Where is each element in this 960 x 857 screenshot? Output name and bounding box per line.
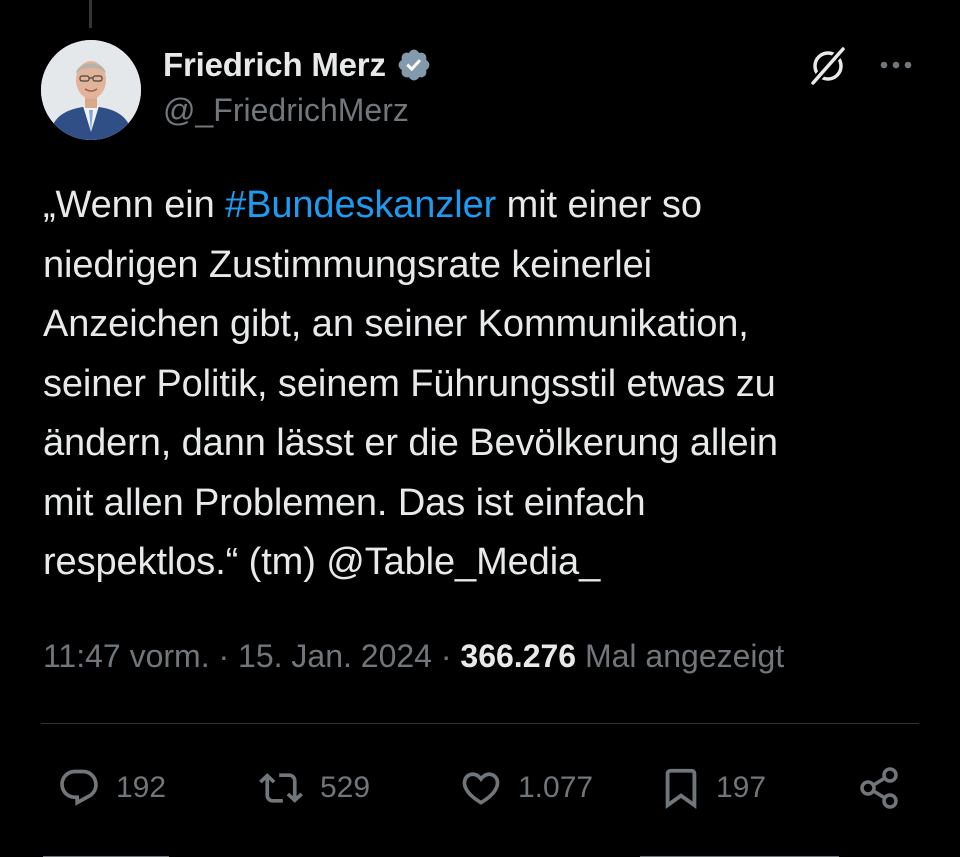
more-icon[interactable] xyxy=(876,50,916,80)
repost-icon xyxy=(259,773,303,803)
share-button[interactable] xyxy=(856,762,904,814)
tweet-date[interactable]: 15. Jan. 2024 xyxy=(238,638,432,674)
reply-count: 192 xyxy=(116,771,167,804)
bookmark-icon xyxy=(665,768,697,809)
repost-button[interactable]: 529 xyxy=(254,762,370,814)
like-button[interactable]: 1.077 xyxy=(456,762,593,814)
meta-separator: · xyxy=(209,638,239,674)
like-count: 1.077 xyxy=(518,771,594,804)
bookmark-count: 197 xyxy=(716,771,767,804)
thread-connector-line xyxy=(89,0,92,28)
heart-icon xyxy=(462,772,500,805)
avatar[interactable] xyxy=(41,40,141,140)
tweet-text-segment: „Wenn ein xyxy=(43,184,226,226)
repost-count: 529 xyxy=(320,771,371,804)
reply-button[interactable]: 192 xyxy=(54,762,166,814)
tweet-text: „Wenn ein #Bundeskanzler mit einer so ni… xyxy=(43,176,923,593)
author-display-name[interactable]: Friedrich Merz xyxy=(163,46,386,84)
author-name-row[interactable]: Friedrich Merz xyxy=(163,44,432,86)
views-count: 366.276 xyxy=(460,638,577,674)
grok-icon[interactable] xyxy=(806,44,850,88)
hashtag-link[interactable]: #Bundeskanzler xyxy=(225,184,496,226)
tweet-text-segment: mit einer so niedrigen Zustimmungsrate k… xyxy=(43,184,778,583)
bookmark-button[interactable]: 197 xyxy=(658,762,766,814)
meta-separator: · xyxy=(431,638,461,674)
author-handle[interactable]: @_FriedrichMerz xyxy=(163,92,409,129)
reply-icon xyxy=(60,769,98,806)
tweet-meta: 11:47 vorm. · 15. Jan. 2024 · 366.276 Ma… xyxy=(43,638,784,675)
tweet-time[interactable]: 11:47 vorm. xyxy=(43,638,210,674)
next-section-cutoff-right: ━━━━━━━━━━━ xyxy=(640,845,839,857)
divider xyxy=(41,723,919,724)
avatar-image xyxy=(41,40,141,140)
next-section-cutoff-left: ━━━━━━━ xyxy=(43,845,169,857)
verified-badge-icon[interactable] xyxy=(396,47,432,83)
share-icon xyxy=(860,767,898,809)
views-label: Mal angezeigt xyxy=(576,638,785,674)
